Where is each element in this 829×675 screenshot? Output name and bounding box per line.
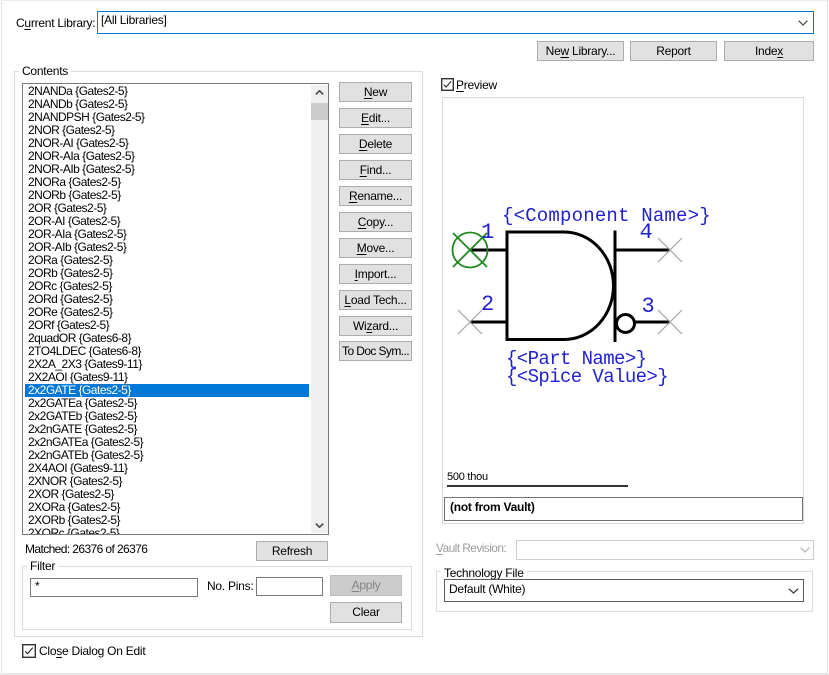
svg-text:2: 2 <box>481 292 494 317</box>
svg-text:3: 3 <box>642 294 655 319</box>
svg-text:{<Component Name>}: {<Component Name>} <box>502 205 711 227</box>
svg-text:4: 4 <box>640 220 653 245</box>
svg-text:{<Spice Value>}: {<Spice Value>} <box>506 366 668 388</box>
svg-text:1: 1 <box>481 220 494 245</box>
